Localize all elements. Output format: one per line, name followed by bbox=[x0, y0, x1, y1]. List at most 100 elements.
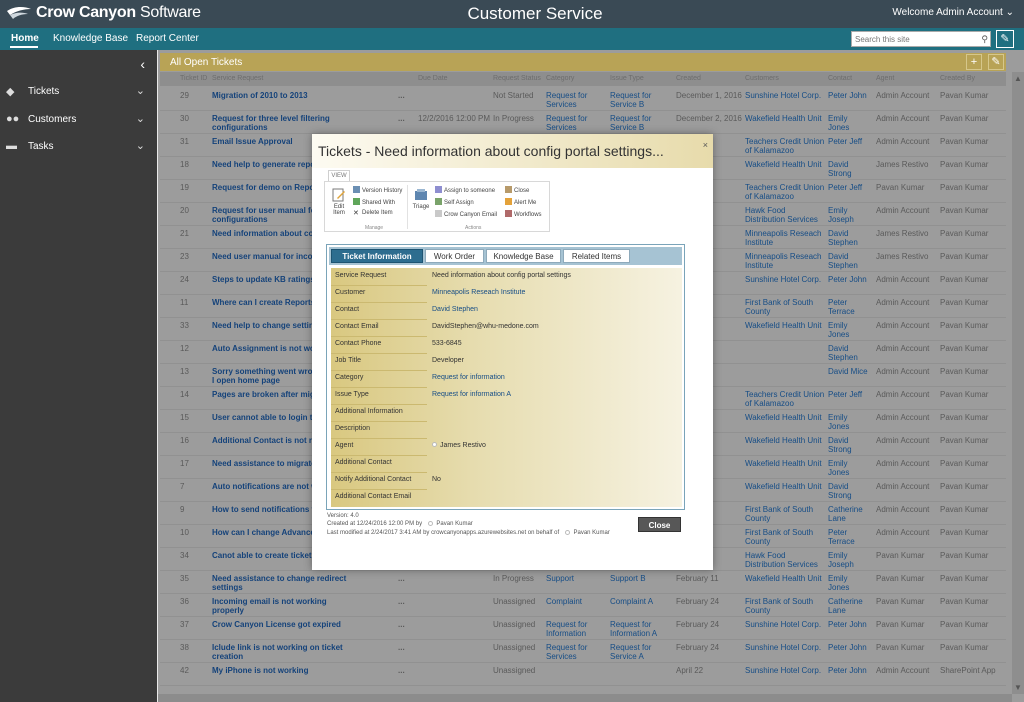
shared-with-button[interactable]: Shared With bbox=[353, 198, 395, 206]
cell-title[interactable]: Migration of 2010 to 2013 bbox=[212, 91, 347, 100]
version-history-button[interactable]: Version History bbox=[353, 186, 402, 194]
cell-contact[interactable]: Emily Jones bbox=[828, 574, 868, 592]
cell-cust[interactable]: Hawk Food Distribution Services bbox=[745, 206, 825, 224]
cell-dots[interactable]: ... bbox=[398, 643, 405, 652]
cell-cust[interactable]: Wakefield Health Unit bbox=[745, 482, 825, 491]
cell-title[interactable]: Incoming email is not working properly bbox=[212, 597, 347, 615]
table-row[interactable]: 30 Request for three level filtering conf… bbox=[160, 111, 1006, 134]
cell-cust[interactable]: Sunshine Hotel Corp. bbox=[745, 275, 825, 284]
cell-cust[interactable]: Hawk Food Distribution Services bbox=[745, 551, 825, 569]
cell-contact[interactable]: Emily Jones bbox=[828, 114, 868, 132]
cell-contact[interactable]: Catherine Lane bbox=[828, 597, 868, 615]
table-row[interactable]: 29 Migration of 2010 to 2013... Not Starte… bbox=[160, 88, 1006, 111]
cell-dots[interactable]: ... bbox=[398, 620, 405, 629]
scroll-down-icon[interactable]: ▼ bbox=[1014, 683, 1022, 692]
sidebar-item-customers[interactable]: ●● Customers ⌄ bbox=[0, 110, 157, 130]
cell-contact[interactable]: Peter John bbox=[828, 643, 868, 652]
cell-title[interactable]: Need assistance to change redirect setti… bbox=[212, 574, 347, 592]
sidebar-item-tasks[interactable]: ▬ Tasks ⌄ bbox=[0, 137, 157, 157]
cell-cat[interactable]: Request for Services bbox=[546, 643, 601, 661]
tab-work-order[interactable]: Work Order bbox=[425, 249, 484, 263]
col-request-status[interactable]: Request Status bbox=[493, 75, 541, 82]
modified-by-link[interactable]: Pavan Kumar bbox=[574, 530, 610, 536]
cell-contact[interactable]: David Strong bbox=[828, 160, 868, 178]
cell-contact[interactable]: Emily Joseph bbox=[828, 206, 868, 224]
search-input[interactable] bbox=[852, 32, 972, 46]
cell-itype[interactable]: Request for Service A bbox=[610, 643, 666, 661]
tab-related-items[interactable]: Related Items bbox=[563, 249, 630, 263]
welcome-user-menu[interactable]: Welcome Admin Account ⌄ bbox=[892, 7, 1014, 18]
cell-cust[interactable]: Sunshine Hotel Corp. bbox=[745, 643, 825, 652]
table-row[interactable]: 37 Crow Canyon License got expired... Unas… bbox=[160, 617, 1006, 640]
col-created[interactable]: Created bbox=[676, 75, 701, 82]
cell-title[interactable]: Request for three level filtering config… bbox=[212, 114, 347, 132]
cell-contact[interactable]: David Stephen bbox=[828, 252, 868, 270]
cell-cust[interactable]: Teachers Credit Union of Kalamazoo bbox=[745, 137, 825, 155]
table-row[interactable]: 35 Need assistance to change redirect set… bbox=[160, 571, 1006, 594]
cell-cust[interactable]: Sunshine Hotel Corp. bbox=[745, 666, 825, 675]
field-value[interactable]: Minneapolis Reseach Institute bbox=[432, 289, 525, 296]
cell-contact[interactable]: Emily Joseph bbox=[828, 551, 868, 569]
cell-cust[interactable]: Wakefield Health Unit bbox=[745, 459, 825, 468]
cell-itype[interactable]: Support B bbox=[610, 574, 666, 583]
close-ticket-button[interactable]: Close bbox=[505, 186, 529, 194]
col-contact[interactable]: Contact bbox=[828, 75, 852, 82]
cell-contact[interactable]: Emily Jones bbox=[828, 459, 868, 477]
cell-cust[interactable]: Teachers Credit Union of Kalamazoo bbox=[745, 183, 825, 201]
cell-contact[interactable]: David Mice bbox=[828, 367, 868, 376]
cell-contact[interactable]: Peter Terrace bbox=[828, 298, 868, 316]
cell-cust[interactable]: Sunshine Hotel Corp. bbox=[745, 620, 825, 629]
field-value[interactable]: Request for information A bbox=[432, 391, 511, 398]
col-due-date[interactable]: Due Date bbox=[418, 75, 448, 82]
cell-contact[interactable]: Peter Jeff bbox=[828, 390, 868, 399]
cell-dots[interactable]: ... bbox=[398, 114, 405, 123]
cell-contact[interactable]: Peter Jeff bbox=[828, 137, 868, 146]
cell-cust[interactable]: First Bank of South County bbox=[745, 597, 825, 615]
alert-me-button[interactable]: Alert Me bbox=[505, 198, 536, 206]
col-category[interactable]: Category bbox=[546, 75, 574, 82]
edit-item-button[interactable]: Edit Item bbox=[329, 188, 349, 216]
created-by-link[interactable]: Pavan Kumar bbox=[436, 521, 472, 527]
assign-to-someone-button[interactable]: Assign to someone bbox=[435, 186, 495, 194]
col-created-by[interactable]: Created By bbox=[940, 75, 975, 82]
cell-contact[interactable]: Peter Terrace bbox=[828, 528, 868, 546]
cell-contact[interactable]: Catherine Lane bbox=[828, 505, 868, 523]
tab-ticket-information[interactable]: Ticket Information bbox=[331, 249, 423, 263]
cell-contact[interactable]: Emily Jones bbox=[828, 321, 868, 339]
vertical-scrollbar[interactable]: ▲ ▼ bbox=[1012, 72, 1024, 694]
chevron-down-icon[interactable]: ⌄ bbox=[136, 139, 145, 152]
cell-cust[interactable]: Teachers Credit Union of Kalamazoo bbox=[745, 390, 825, 408]
field-value[interactable]: David Stephen bbox=[432, 306, 478, 313]
cell-cust[interactable]: Wakefield Health Unit bbox=[745, 114, 825, 123]
cell-contact[interactable]: David Strong bbox=[828, 436, 868, 454]
cell-contact[interactable]: Peter John bbox=[828, 666, 868, 675]
ribbon-tab-view[interactable]: VIEW bbox=[328, 170, 350, 181]
cell-contact[interactable]: Emily Jones bbox=[828, 413, 868, 431]
cell-title[interactable]: Iclude link is not working on ticket cre… bbox=[212, 643, 347, 661]
chevron-down-icon[interactable]: ⌄ bbox=[136, 84, 145, 97]
cell-itype[interactable]: Request for Service B bbox=[610, 91, 666, 109]
triage-button[interactable]: Triage bbox=[411, 188, 431, 210]
cell-contact[interactable]: Peter Jeff bbox=[828, 183, 868, 192]
field-value[interactable]: Request for information bbox=[432, 374, 505, 381]
col-service-request[interactable]: Service Request bbox=[212, 75, 263, 82]
cell-cust[interactable]: Minneapolis Reseach Institute bbox=[745, 229, 825, 247]
cell-cust[interactable]: First Bank of South County bbox=[745, 528, 825, 546]
horizontal-scrollbar[interactable] bbox=[158, 694, 1012, 702]
table-row[interactable]: 36 Incoming email is not working properly… bbox=[160, 594, 1006, 617]
cell-cust[interactable]: Wakefield Health Unit bbox=[745, 160, 825, 169]
table-row[interactable]: 38 Iclude link is not working on ticket c… bbox=[160, 640, 1006, 663]
agent-name[interactable]: James Restivo bbox=[440, 442, 486, 449]
cell-contact[interactable]: David Stephen bbox=[828, 229, 868, 247]
cell-dots[interactable]: ... bbox=[398, 597, 405, 606]
cell-cust[interactable]: Sunshine Hotel Corp. bbox=[745, 91, 825, 100]
cell-contact[interactable]: David Strong bbox=[828, 482, 868, 500]
col-ticket-id[interactable]: Ticket ID bbox=[180, 75, 207, 82]
cell-dots[interactable]: ... bbox=[398, 666, 405, 675]
cell-dots[interactable]: ... bbox=[398, 574, 405, 583]
close-icon[interactable]: × bbox=[703, 140, 708, 150]
nav-knowledge-base[interactable]: Knowledge Base bbox=[53, 33, 128, 44]
cell-title[interactable]: Crow Canyon License got expired bbox=[212, 620, 347, 629]
cell-cust[interactable]: Wakefield Health Unit bbox=[745, 413, 825, 422]
edit-pencil-icon[interactable]: ✎ bbox=[988, 54, 1004, 70]
